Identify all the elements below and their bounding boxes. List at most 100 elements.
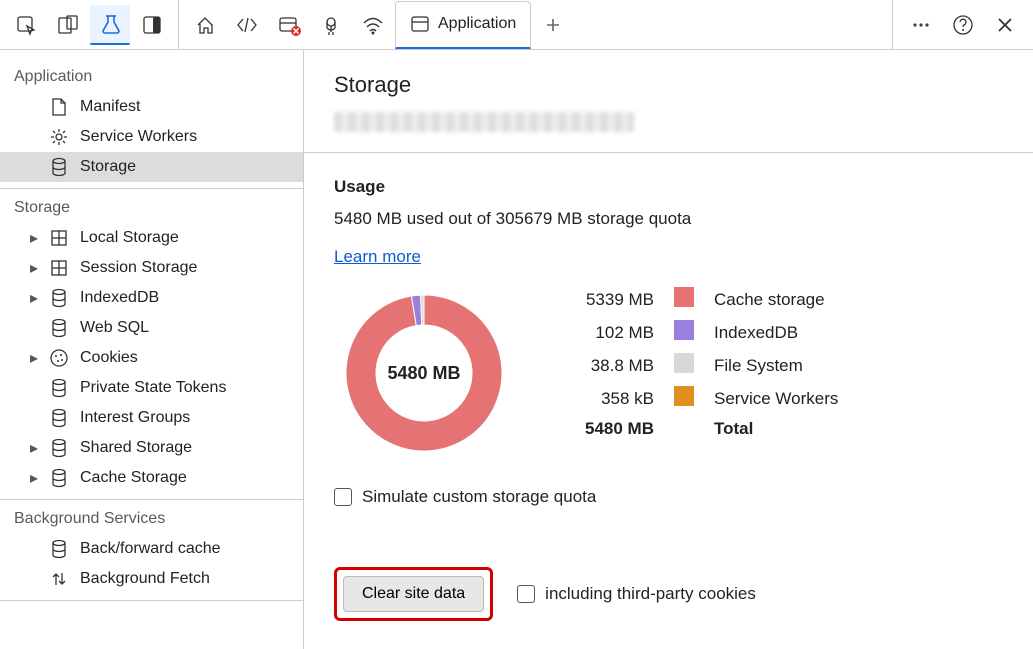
db-icon: [48, 408, 70, 428]
legend-name: IndexedDB: [704, 316, 848, 349]
usage-summary-text: 5480 MB used out of 305679 MB storage qu…: [334, 209, 1003, 229]
learn-more-link[interactable]: Learn more: [334, 247, 421, 267]
sidebar-item-back-forward-cache[interactable]: Back/forward cache: [0, 534, 303, 564]
experiments-button[interactable]: [90, 5, 130, 45]
origin-redacted: [334, 112, 634, 132]
sidebar-item-label: Interest Groups: [80, 409, 190, 427]
usage-donut-chart: 5480 MB: [334, 283, 514, 463]
db-icon: [48, 157, 70, 177]
usage-heading: Usage: [334, 177, 1003, 197]
sidebar-item-label: Storage: [80, 158, 136, 176]
device-toggle-button[interactable]: [48, 5, 88, 45]
simulate-quota-checkbox[interactable]: [334, 488, 352, 506]
db-icon: [48, 318, 70, 338]
sidebar-item-label: Session Storage: [80, 259, 197, 277]
tree-caret-icon[interactable]: ▸: [28, 288, 40, 308]
third-party-cookies-checkbox[interactable]: [517, 585, 535, 603]
welcome-tab-icon[interactable]: [185, 5, 225, 45]
application-sidebar: Application Manifest Service Workers Storag…: [0, 50, 304, 649]
legend-total-row: 5480 MBTotal: [574, 415, 848, 443]
legend-swatch: [664, 283, 704, 316]
sidebar-item-shared-storage[interactable]: ▸ Shared Storage: [0, 433, 303, 463]
sidebar-item-manifest[interactable]: Manifest: [0, 92, 303, 122]
simulate-quota-label: Simulate custom storage quota: [362, 487, 596, 507]
sidebar-item-label: Local Storage: [80, 229, 179, 247]
more-options-button[interactable]: [903, 7, 939, 43]
sidebar-item-background-fetch[interactable]: Background Fetch: [0, 564, 303, 594]
db-icon: [48, 288, 70, 308]
legend-row: 38.8 MB File System: [574, 349, 848, 382]
tree-caret-icon[interactable]: ▸: [28, 438, 40, 458]
sidebar-item-label: Cache Storage: [80, 469, 187, 487]
clear-site-data-highlight: Clear site data: [334, 567, 493, 621]
sources-tab-icon[interactable]: [311, 5, 351, 45]
sidebar-item-cache-storage[interactable]: ▸ Cache Storage: [0, 463, 303, 493]
grid-icon: [48, 229, 70, 247]
sidebar-item-label: Service Workers: [80, 128, 197, 146]
legend-total-value: 5480 MB: [574, 415, 664, 443]
sidebar-item-service-workers[interactable]: Service Workers: [0, 122, 303, 152]
clear-site-data-button[interactable]: Clear site data: [343, 576, 484, 612]
sidebar-item-label: Background Fetch: [80, 570, 210, 588]
legend-value: 38.8 MB: [574, 349, 664, 382]
new-tab-button[interactable]: [533, 5, 573, 45]
tree-caret-icon[interactable]: ▸: [28, 468, 40, 488]
sidebar-item-interest-groups[interactable]: Interest Groups: [0, 403, 303, 433]
application-tab[interactable]: Application: [395, 1, 531, 49]
sidebar-item-storage[interactable]: Storage: [0, 152, 303, 182]
devtools-toolbar: Application: [0, 0, 1033, 50]
legend-name: Service Workers: [704, 382, 848, 415]
gear-icon: [48, 127, 70, 147]
db-icon: [48, 468, 70, 488]
sidebar-item-local-storage[interactable]: ▸ Local Storage: [0, 223, 303, 253]
application-tab-label: Application: [438, 15, 516, 33]
storage-pane: Storage Usage 5480 MB used out of 305679…: [304, 50, 1033, 649]
sidebar-item-label: Web SQL: [80, 319, 149, 337]
sidebar-item-indexeddb[interactable]: ▸ IndexedDB: [0, 283, 303, 313]
page-title: Storage: [334, 72, 1003, 98]
db-icon: [48, 378, 70, 398]
wifi-tab-icon[interactable]: [353, 5, 393, 45]
sidebar-item-session-storage[interactable]: ▸ Session Storage: [0, 253, 303, 283]
legend-row: 5339 MB Cache storage: [574, 283, 848, 316]
sidebar-section-title: Application: [0, 58, 303, 92]
sidebar-item-label: IndexedDB: [80, 289, 159, 307]
legend-row: 102 MB IndexedDB: [574, 316, 848, 349]
sidebar-item-label: Shared Storage: [80, 439, 192, 457]
inspect-element-button[interactable]: [6, 5, 46, 45]
tree-caret-icon[interactable]: ▸: [28, 348, 40, 368]
db-icon: [48, 539, 70, 559]
simulate-quota-row[interactable]: Simulate custom storage quota: [334, 487, 1003, 507]
legend-value: 5339 MB: [574, 283, 664, 316]
sidebar-item-label: Back/forward cache: [80, 540, 221, 558]
cookie-icon: [48, 348, 70, 368]
legend-swatch: [664, 349, 704, 382]
legend-swatch: [664, 316, 704, 349]
db-icon: [48, 438, 70, 458]
window-icon: [410, 14, 430, 34]
legend-value: 358 kB: [574, 382, 664, 415]
elements-tab-icon[interactable]: [227, 5, 267, 45]
close-devtools-button[interactable]: [987, 7, 1023, 43]
sidebar-item-label: Manifest: [80, 98, 140, 116]
sidebar-section-title: Background Services: [0, 500, 303, 534]
sidebar-item-web-sql[interactable]: Web SQL: [0, 313, 303, 343]
usage-legend: 5339 MB Cache storage102 MB IndexedDB38.…: [574, 283, 848, 443]
tree-caret-icon[interactable]: ▸: [28, 258, 40, 278]
sidebar-item-cookies[interactable]: ▸ Cookies: [0, 343, 303, 373]
sidebar-item-label: Cookies: [80, 349, 138, 367]
file-icon: [48, 97, 70, 117]
dock-side-button[interactable]: [132, 5, 172, 45]
legend-name: Cache storage: [704, 283, 848, 316]
network-tab-icon[interactable]: [269, 5, 309, 45]
legend-name: File System: [704, 349, 848, 382]
updown-icon: [48, 569, 70, 589]
tree-caret-icon[interactable]: ▸: [28, 228, 40, 248]
sidebar-section-title: Storage: [0, 189, 303, 223]
help-button[interactable]: [945, 7, 981, 43]
legend-row: 358 kB Service Workers: [574, 382, 848, 415]
sidebar-item-label: Private State Tokens: [80, 379, 226, 397]
donut-center-label: 5480 MB: [334, 283, 514, 463]
sidebar-item-private-state-tokens[interactable]: Private State Tokens: [0, 373, 303, 403]
legend-swatch: [664, 382, 704, 415]
